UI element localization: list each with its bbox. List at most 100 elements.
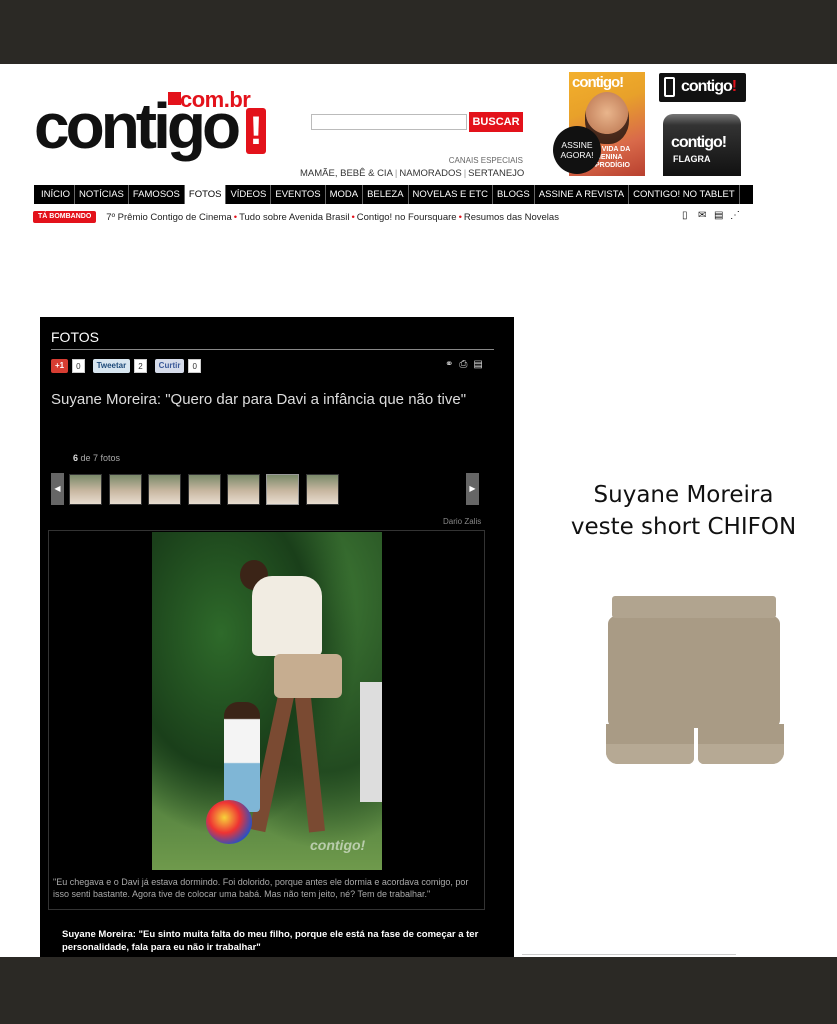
tools: ⚭ ⎙ ▤ [445,359,483,370]
canal-sep: | [463,168,467,179]
nav-item-novelas[interactable]: NOVELAS E ETC [409,185,494,204]
thumbnail[interactable] [188,474,221,505]
phone-icon [664,77,675,97]
canal-sep: | [394,168,398,179]
rss-icon[interactable]: ⋰ [730,210,740,221]
gallery-title: Suyane Moreira: "Quero dar para Davi a i… [51,391,467,408]
magazine-masthead: contigo! [572,74,624,91]
canal-link-sertanejo[interactable]: SERTANEJO [468,168,524,179]
site-logo[interactable]: com.br contigo ! [34,87,274,168]
canais-links: MAMÃE, BEBÊ & CIA | NAMORADOS | SERTANEJO [300,168,524,179]
photo-wall [360,682,382,802]
magazine-caption: A VIDA DA MENINA PRODÍGIO [595,146,631,169]
pull-quote: Suyane Moreira: "Eu sinto muita falta do… [62,929,479,953]
flagra-brand: contigo! [671,134,727,151]
photo-woman-top [252,576,322,656]
flagra-badge[interactable]: contigo! FLAGRA [663,114,741,176]
trending-link[interactable]: Resumos das Novelas [464,212,559,223]
nav-item-inicio[interactable]: INÍCIO [37,185,76,204]
thumbnail[interactable] [306,474,339,505]
canais-label: CANAIS ESPECIAIS [448,156,523,165]
like-count: 0 [188,359,201,373]
newsletter-icon[interactable]: ▤ [714,210,724,221]
tweet-button[interactable]: Tweetar [92,359,131,373]
thumbnail-active[interactable] [266,474,299,505]
photo-caption: "Eu chegava e o Davi já estava dormindo.… [53,877,469,899]
trending-link[interactable]: Contigo! no Foursquare [357,212,457,223]
next-arrow-icon[interactable]: ▶ [466,473,479,505]
app-badge-label: contigo! [681,78,737,96]
nav-item-videos[interactable]: VÍDEOS [226,185,272,204]
nav-item-blogs[interactable]: BLOGS [493,185,535,204]
section-title: FOTOS [51,329,494,350]
photo-ball [206,800,252,844]
photo-credit: Dario Zalis [443,517,482,526]
print-icon[interactable]: ⎙ [459,359,467,370]
nav-item-moda[interactable]: MODA [326,185,364,204]
thumbnail-strip: ◀ ▶ [51,471,481,507]
canal-link-namorados[interactable]: NAMORADOS [399,168,461,179]
subscribe-badge[interactable]: ASSINE AGORA! [553,126,601,174]
shorts-body [608,616,780,728]
nav-item-assine[interactable]: ASSINE A REVISTA [535,185,630,204]
photo-shorts [274,654,342,698]
bottom-frame [0,957,837,1024]
bullet: • [458,211,462,223]
nav-item-beleza[interactable]: BELEZA [363,185,409,204]
trending-badge: TÁ BOMBANDO [33,211,97,223]
ad-line-1: Suyane Moreira [593,482,774,508]
save-icon[interactable]: ▤ [473,359,482,370]
search-button[interactable]: BUSCAR [469,112,523,132]
main-photo[interactable]: contigo! [152,532,382,870]
bullet: • [351,211,355,223]
app-badge[interactable]: contigo! [659,73,746,102]
canal-link-mamae[interactable]: MAMÃE, BEBÊ & CIA [300,168,393,179]
social-icons: ▯ ✉ ▤ ⋰ [682,210,740,221]
nav-item-fotos[interactable]: FOTOS [184,185,227,204]
logo-bang: ! [246,108,266,154]
shorts-waistband [612,596,776,618]
shorts-cuff [606,744,694,764]
like-button[interactable]: Curtir [154,359,185,373]
link-icon[interactable]: ⚭ [445,359,453,370]
shorts-cuff [698,744,784,764]
app-badge-bang: ! [731,78,737,95]
ad-text: Suyane Moreira veste short CHIFON [530,479,837,543]
photo-watermark: contigo! [310,837,366,853]
trending-link[interactable]: Tudo sobre Avenida Brasil [239,212,349,223]
trending-bar: TÁ BOMBANDO 7º Prêmio Contigo de Cinema •… [33,210,559,224]
mail-icon[interactable]: ✉ [698,210,708,221]
nav-item-tablet[interactable]: CONTIGO! NO TABLET [629,185,740,204]
divider [522,954,736,955]
nav-item-eventos[interactable]: EVENTOS [271,185,326,204]
ad-shorts-image [606,594,786,774]
thumbnail[interactable] [69,474,102,505]
logo-word: contigo [34,90,241,162]
photo-boy [224,702,260,812]
tweet-count: 2 [134,359,147,373]
gplus-count: 0 [72,359,85,373]
thumbnail[interactable] [148,474,181,505]
photo-frame: contigo! "Eu chegava e o Davi já estava … [48,530,485,910]
gplus-button[interactable]: +1 [51,359,69,373]
prev-arrow-icon[interactable]: ◀ [51,473,64,505]
flagra-label: FLAGRA [673,154,711,164]
trending-links: 7º Prêmio Contigo de Cinema • Tudo sobre A… [106,212,559,223]
main-nav: INÍCIO NOTÍCIAS FAMOSOS FOTOS VÍDEOS EVE… [34,185,753,204]
trending-link[interactable]: 7º Prêmio Contigo de Cinema [106,212,231,223]
search-input[interactable] [311,114,467,130]
photo-leg [294,696,326,833]
photo-counter: 6 de 7 fotos [73,453,120,463]
photo-gallery-panel: FOTOS +1 0 Tweetar 2 Curtir 0 ⚭ ⎙ ▤ Suya… [40,317,514,957]
page: com.br contigo ! BUSCAR CANAIS ESPECIAIS… [0,64,837,957]
bullet: • [233,211,238,223]
share-bar: +1 0 Tweetar 2 Curtir 0 [51,359,205,373]
nav-item-noticias[interactable]: NOTÍCIAS [75,185,129,204]
thumbnail[interactable] [109,474,142,505]
mobile-icon[interactable]: ▯ [682,210,692,221]
nav-item-famosos[interactable]: FAMOSOS [129,185,185,204]
current-photo: 6 [73,453,79,463]
counter-rest: de 7 fotos [80,453,121,463]
thumbnail[interactable] [227,474,260,505]
ad-banner[interactable]: Suyane Moreira veste short CHIFON [530,464,837,864]
